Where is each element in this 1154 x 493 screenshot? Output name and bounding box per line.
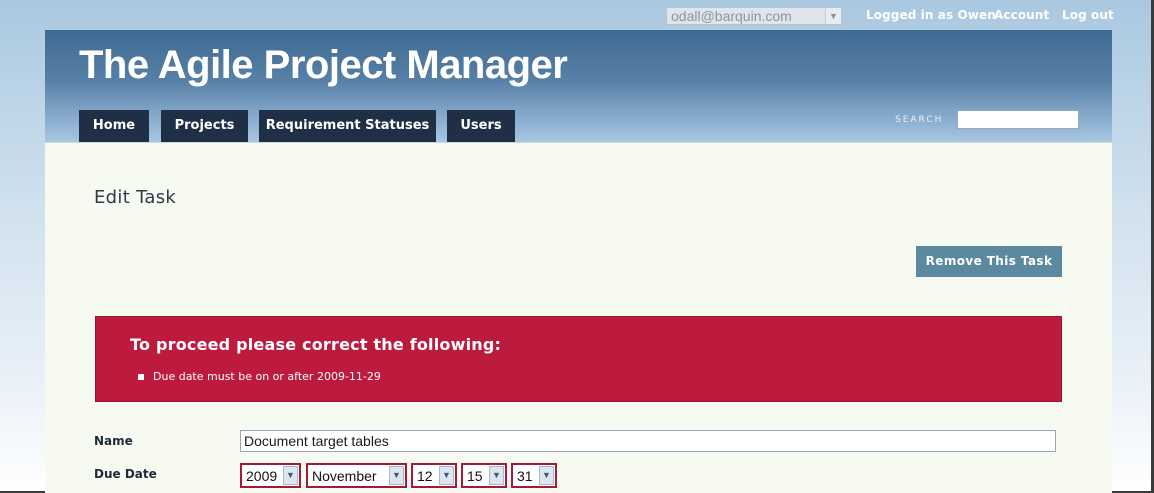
remove-task-button[interactable]: Remove This Task xyxy=(916,246,1062,277)
nav-tab-requirement-statuses[interactable]: Requirement Statuses xyxy=(259,110,436,142)
due-month-value: November xyxy=(312,468,377,484)
error-title: To proceed please correct the following: xyxy=(130,335,502,354)
chevron-down-icon[interactable]: ▼ xyxy=(539,466,554,485)
nav-tab-users[interactable]: Users xyxy=(447,110,515,142)
due-minute-value: 31 xyxy=(517,468,533,484)
account-select-value: odall@barquin.com xyxy=(671,8,792,24)
due-date-label: Due Date xyxy=(94,467,157,481)
search-input[interactable] xyxy=(957,110,1079,129)
nav-tab-home[interactable]: Home xyxy=(79,110,149,142)
name-input[interactable] xyxy=(240,430,1056,452)
due-month-select[interactable]: November ▼ xyxy=(306,463,407,488)
due-hour-select[interactable]: 15 ▼ xyxy=(461,463,507,488)
logout-link[interactable]: Log out xyxy=(1062,8,1114,22)
account-select[interactable]: odall@barquin.com ▼ xyxy=(666,7,842,25)
error-list: Due date must be on or after 2009-11-29 xyxy=(138,370,381,383)
nav-tab-projects[interactable]: Projects xyxy=(161,110,248,142)
due-day-value: 12 xyxy=(417,468,433,484)
logged-in-text: Logged in as Owen xyxy=(866,8,996,22)
due-year-value: 2009 xyxy=(246,468,278,484)
chevron-down-icon[interactable]: ▼ xyxy=(283,466,298,485)
bullet-icon xyxy=(138,374,144,380)
due-day-select[interactable]: 12 ▼ xyxy=(411,463,457,488)
account-link[interactable]: Account xyxy=(994,8,1049,22)
top-bar: odall@barquin.com ▼ Logged in as Owen Ac… xyxy=(0,6,1154,26)
chevron-down-icon[interactable]: ▼ xyxy=(489,466,504,485)
page-title: Edit Task xyxy=(94,187,177,208)
error-item: Due date must be on or after 2009-11-29 xyxy=(138,370,381,383)
due-minute-select[interactable]: 31 ▼ xyxy=(511,463,557,488)
site-header: The Agile Project Manager Home Projects … xyxy=(45,30,1112,142)
name-label: Name xyxy=(94,434,133,448)
chevron-down-icon[interactable]: ▼ xyxy=(825,8,841,24)
chevron-down-icon[interactable]: ▼ xyxy=(389,466,404,485)
error-item-text: Due date must be on or after 2009-11-29 xyxy=(153,370,381,383)
due-hour-value: 15 xyxy=(467,468,483,484)
main-content: Edit Task Remove This Task To proceed pl… xyxy=(45,142,1112,493)
due-year-select[interactable]: 2009 ▼ xyxy=(240,463,301,488)
site-title[interactable]: The Agile Project Manager xyxy=(79,43,568,88)
chevron-down-icon[interactable]: ▼ xyxy=(439,466,454,485)
search-label: SEARCH xyxy=(895,115,944,125)
error-box: To proceed please correct the following:… xyxy=(95,316,1062,402)
